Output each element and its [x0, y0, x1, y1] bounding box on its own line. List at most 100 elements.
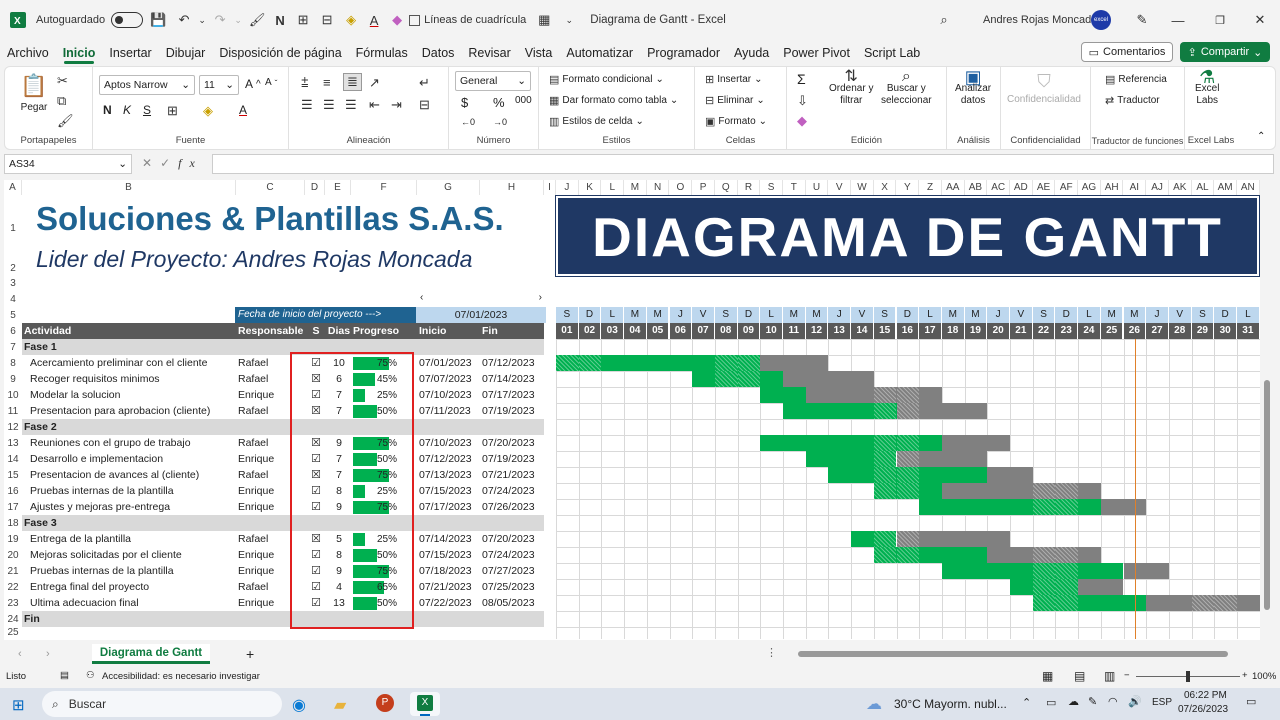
- powerpoint-icon[interactable]: P: [376, 694, 394, 712]
- font-size-select[interactable]: 11 ⌄: [199, 75, 239, 95]
- borders-button[interactable]: ⊞: [167, 103, 178, 119]
- merge-center-button[interactable]: ⊟: [419, 97, 430, 113]
- column-header[interactable]: Y: [896, 180, 920, 195]
- row-header[interactable]: 25: [4, 627, 22, 639]
- column-header[interactable]: W: [851, 180, 874, 195]
- row-header[interactable]: 11: [4, 406, 22, 418]
- decrease-indent-button[interactable]: ⇤: [369, 97, 380, 113]
- autosum-button[interactable]: Σ: [797, 71, 806, 87]
- menu-tab[interactable]: Automatizar: [559, 40, 640, 66]
- column-header[interactable]: B: [22, 180, 236, 195]
- clock-time[interactable]: 06:22 PM: [1184, 690, 1227, 701]
- comments-button[interactable]: ▭ Comentarios: [1081, 42, 1173, 62]
- row-header[interactable]: 24: [4, 614, 22, 626]
- phase-row[interactable]: Fin: [22, 611, 544, 627]
- currency-button[interactable]: $: [461, 95, 468, 110]
- vertical-scrollbar[interactable]: [1260, 180, 1276, 640]
- gantt-bar-done[interactable]: [760, 387, 806, 403]
- italic-button[interactable]: K: [123, 103, 131, 117]
- insert-cells-button[interactable]: ⊞ Insertar ⌄: [705, 73, 763, 86]
- align-bottom-button[interactable]: ≣: [343, 73, 362, 91]
- format-painter-button[interactable]: 🖌: [57, 113, 74, 129]
- font-color-button[interactable]: A: [239, 103, 247, 117]
- more-icon[interactable]: ⋮: [766, 646, 777, 659]
- header-s[interactable]: S: [307, 323, 325, 339]
- name-box[interactable]: AS34 ⌄: [4, 154, 132, 174]
- align-left-button[interactable]: ☰: [301, 97, 313, 113]
- column-header[interactable]: D: [305, 180, 325, 195]
- menu-tab[interactable]: Vista: [518, 40, 560, 66]
- bold-quick-icon[interactable]: N: [269, 8, 291, 32]
- format-as-table-button[interactable]: ▦ Dar formato como tabla ⌄: [549, 94, 678, 107]
- column-header[interactable]: P: [692, 180, 715, 195]
- delete-cells-button[interactable]: ⊟ Eliminar ⌄: [705, 94, 765, 107]
- column-header[interactable]: F: [351, 180, 417, 195]
- edge-icon[interactable]: ◉: [292, 695, 306, 715]
- folder-icon[interactable]: ▰: [334, 695, 346, 715]
- column-header[interactable]: E: [325, 180, 351, 195]
- fill-button[interactable]: ⇩: [797, 93, 808, 109]
- confidentiality-button[interactable]: ⛉ Confidencialidad: [1007, 71, 1081, 105]
- restore-icon[interactable]: ❐: [1210, 8, 1230, 32]
- increase-indent-button[interactable]: ⇥: [391, 97, 402, 113]
- column-header[interactable]: A: [4, 180, 22, 195]
- menu-tab[interactable]: Datos: [415, 40, 462, 66]
- sheet-tab-gantt[interactable]: Diagrama de Gantt: [92, 644, 210, 664]
- table-icon[interactable]: ▦: [526, 8, 562, 32]
- column-header[interactable]: J: [556, 180, 579, 195]
- windows-start-icon[interactable]: ⊞: [12, 696, 25, 714]
- column-header[interactable]: AG: [1078, 180, 1101, 195]
- column-header[interactable]: S: [760, 180, 783, 195]
- translator-button[interactable]: ⇄ Traductor: [1105, 94, 1160, 107]
- gridlines-checkbox[interactable]: Líneas de cuadrícula: [409, 8, 526, 32]
- row-header[interactable]: 4: [4, 294, 22, 306]
- column-header[interactable]: M: [624, 180, 647, 195]
- column-header[interactable]: AI: [1123, 180, 1147, 195]
- excel-taskbar-button[interactable]: X: [410, 692, 440, 716]
- zoom-out-icon[interactable]: −: [1124, 670, 1130, 681]
- reference-button[interactable]: ▤ Referencia: [1105, 73, 1167, 86]
- column-header[interactable]: AA: [941, 180, 965, 195]
- cancel-icon[interactable]: ✕: [142, 156, 160, 170]
- phase-row[interactable]: Fase 1: [22, 339, 544, 355]
- menu-tab[interactable]: Disposición de página: [212, 40, 348, 66]
- minimize-icon[interactable]: —: [1168, 8, 1188, 32]
- tray-app-icon[interactable]: ▭: [1046, 696, 1056, 709]
- align-center-button[interactable]: ☰: [323, 97, 335, 113]
- autosave-toggle[interactable]: [111, 8, 144, 32]
- column-header[interactable]: AB: [964, 180, 988, 195]
- tray-chevron-icon[interactable]: ⌃: [1022, 696, 1031, 709]
- undo-dropdown-icon[interactable]: ⌄: [195, 8, 209, 32]
- column-header[interactable]: AC: [987, 180, 1010, 195]
- header-days[interactable]: Dias: [327, 323, 351, 339]
- normal-view-icon[interactable]: ▦: [1042, 669, 1053, 683]
- row-header[interactable]: 1: [4, 223, 22, 235]
- column-header[interactable]: AL: [1191, 180, 1215, 195]
- menu-tab[interactable]: Archivo: [0, 40, 56, 66]
- column-header[interactable]: G: [417, 180, 480, 195]
- weather-text[interactable]: 30°C Mayorm. nubl...: [894, 697, 1007, 711]
- close-icon[interactable]: ✕: [1250, 8, 1270, 32]
- redo-icon[interactable]: ↷: [209, 8, 231, 32]
- gantt-bar-remaining[interactable]: [783, 371, 874, 387]
- column-header[interactable]: U: [805, 180, 829, 195]
- cloud-icon[interactable]: ☁: [1068, 695, 1079, 708]
- taskbar-search[interactable]: ⌕ Buscar: [42, 691, 282, 717]
- column-header[interactable]: K: [578, 180, 602, 195]
- excel-labs-button[interactable]: ⚗ Excel Labs: [1195, 68, 1219, 107]
- accessibility-icon[interactable]: ⚇: [86, 670, 95, 681]
- wifi-icon[interactable]: ◠: [1108, 695, 1118, 708]
- row-header[interactable]: 9: [4, 374, 22, 386]
- zoom-level[interactable]: 100%: [1252, 671, 1276, 682]
- column-header[interactable]: X: [873, 180, 897, 195]
- scroll-control[interactable]: ‹ ›: [416, 291, 546, 307]
- conditional-format-button[interactable]: ▤ Formato condicional ⌄: [549, 73, 664, 86]
- notifications-icon[interactable]: ▭: [1246, 695, 1256, 708]
- zoom-slider[interactable]: [1136, 671, 1240, 682]
- prev-sheet-icon[interactable]: ‹: [18, 648, 22, 660]
- column-header[interactable]: V: [828, 180, 852, 195]
- column-header[interactable]: R: [737, 180, 761, 195]
- align-right-button[interactable]: ☰: [345, 97, 357, 113]
- header-progress[interactable]: Progreso: [353, 323, 417, 339]
- fill-color-button[interactable]: ◈: [203, 103, 213, 119]
